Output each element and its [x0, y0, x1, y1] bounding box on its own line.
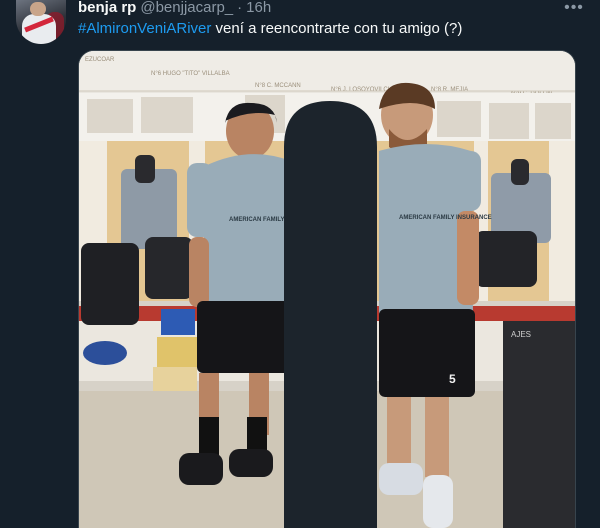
right-jersey-sponsor: AMERICAN FAMILY INSURANCE	[399, 215, 492, 221]
nameplate-5: N°8 R. MEJIA	[431, 87, 468, 93]
more-options-button[interactable]: •••	[560, 0, 588, 18]
header-separator: ·	[237, 0, 243, 16]
tweet-body-text: vení a reencontrarte con tu amigo (?)	[211, 20, 463, 37]
author-handle[interactable]: @benjjacarp_	[140, 0, 233, 16]
bin-label: AJES	[511, 330, 531, 339]
ellipsis-icon: •••	[564, 0, 584, 16]
avatar-head	[30, 2, 46, 16]
nameplate-1: EZUCOAR	[85, 57, 115, 63]
author-display-name[interactable]: benja rp	[78, 0, 136, 16]
hashtag-link[interactable]: #AlmironVeniARiver	[78, 20, 211, 37]
locker-room-photo: EZUCOAR N°6 HUGO "TITO" VILLALBA N°8 C. …	[79, 51, 575, 528]
shorts-number: 5	[449, 372, 456, 386]
nameplate-3: N°8 C. MCCANN	[255, 83, 301, 89]
tweet-header: benja rp @benjjacarp_ · 16h	[78, 0, 271, 17]
redaction-shape	[284, 101, 377, 528]
tweet-text: #AlmironVeniARiver vení a reencontrarte …	[78, 19, 462, 39]
author-avatar[interactable]	[16, 0, 66, 44]
nameplate-4: N°6 J. LOSOYOVILCH	[331, 87, 392, 93]
tweet-timestamp[interactable]: 16h	[246, 0, 271, 16]
tweet-media-image[interactable]: EZUCOAR N°6 HUGO "TITO" VILLALBA N°8 C. …	[78, 50, 576, 528]
nameplate-2: N°6 HUGO "TITO" VILLALBA	[151, 71, 230, 77]
